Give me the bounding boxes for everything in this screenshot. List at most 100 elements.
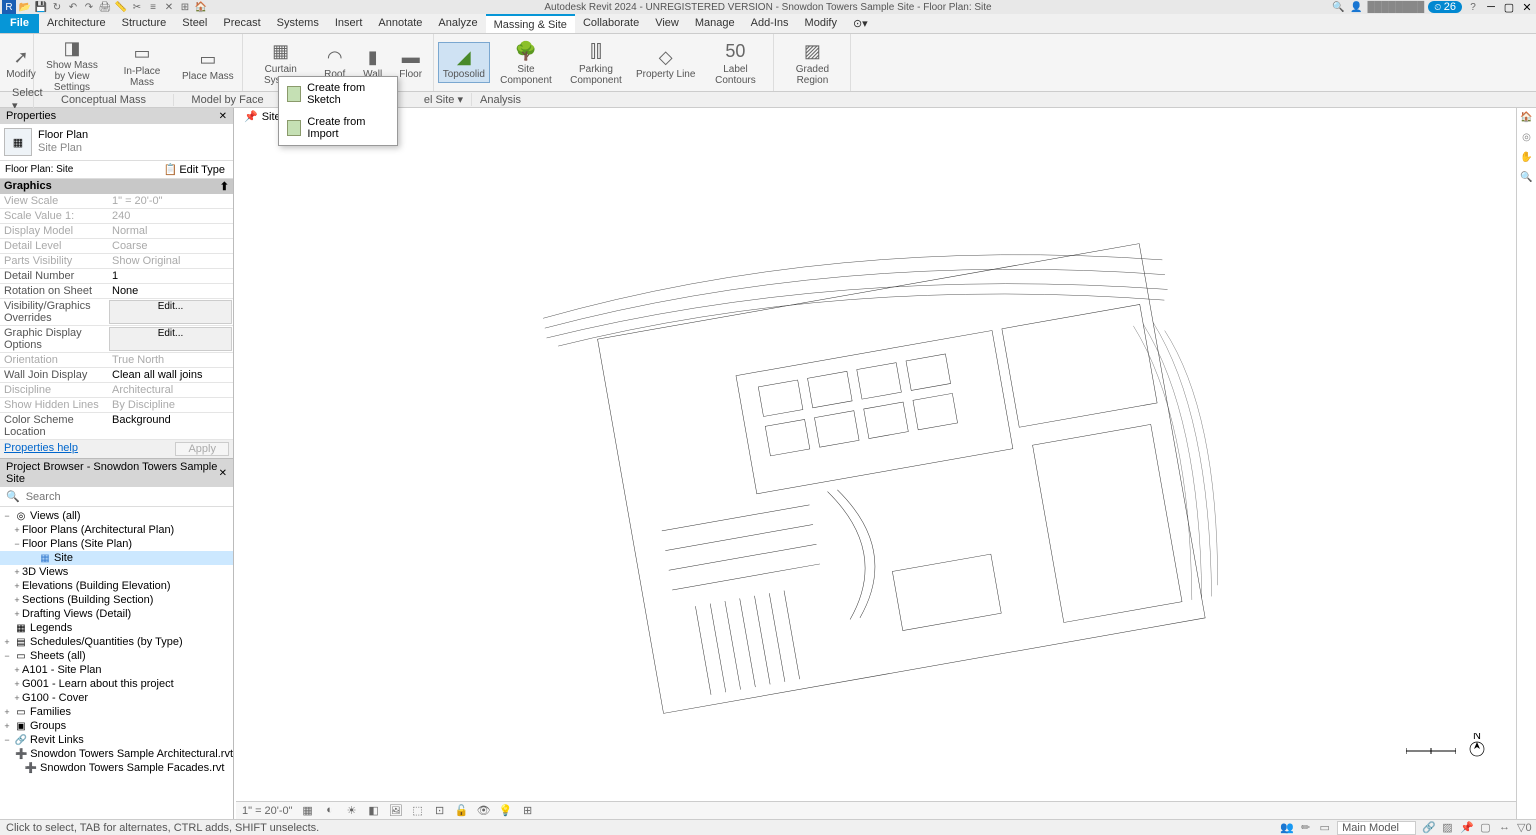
tab-addins[interactable]: Add-Ins: [743, 14, 797, 33]
tab-view[interactable]: View: [647, 14, 687, 33]
instance-combo[interactable]: Floor Plan: Site: [4, 163, 160, 176]
thin-lines-icon[interactable]: ≡: [146, 0, 160, 14]
place-mass-button[interactable]: ▭ Place Mass: [178, 45, 238, 84]
tree-floor-plans-arch[interactable]: +Floor Plans (Architectural Plan): [0, 523, 233, 537]
select-face-icon[interactable]: ▢: [1479, 821, 1492, 834]
viewport[interactable]: 📌 Site: [234, 108, 1516, 819]
tab-file[interactable]: File: [0, 14, 39, 33]
properties-help-link[interactable]: Properties help: [4, 442, 78, 456]
worksets-icon[interactable]: 👥: [1280, 821, 1293, 834]
tab-manage[interactable]: Manage: [687, 14, 743, 33]
print-icon[interactable]: 🖨: [98, 0, 112, 14]
tab-massing-site[interactable]: Massing & Site: [486, 14, 575, 33]
tree-groups[interactable]: +▣Groups: [0, 719, 233, 733]
tab-dropdown-icon[interactable]: ⊙▾: [845, 14, 876, 33]
gd-edit-button[interactable]: Edit...: [109, 327, 232, 351]
drawing-canvas[interactable]: [234, 126, 1516, 819]
browser-search-input[interactable]: [26, 491, 227, 503]
autosave-badge[interactable]: ⏲ 26: [1428, 1, 1462, 13]
inplace-mass-button[interactable]: ▭ In-Place Mass: [108, 40, 176, 90]
parking-component-button[interactable]: ⫿⫿ Parking Component: [562, 38, 630, 88]
create-from-import[interactable]: Create from Import: [279, 111, 397, 145]
tab-architecture[interactable]: Architecture: [39, 14, 114, 33]
graded-region-button[interactable]: ▨ Graded Region: [778, 38, 846, 88]
view-scale-label[interactable]: 1" = 20'-0": [242, 805, 293, 817]
unlock-icon[interactable]: 🔓: [455, 804, 469, 818]
home-icon[interactable]: 🏠: [194, 0, 208, 14]
tree-elevations[interactable]: +Elevations (Building Elevation): [0, 579, 233, 593]
toposolid-button[interactable]: ◢ Toposolid: [438, 42, 490, 83]
edit-type-button[interactable]: 📋 Edit Type: [160, 163, 229, 176]
tree-a101[interactable]: +A101 - Site Plan: [0, 663, 233, 677]
section-icon[interactable]: ✂: [130, 0, 144, 14]
show-crop-icon[interactable]: ⊡: [433, 804, 447, 818]
tab-systems[interactable]: Systems: [269, 14, 327, 33]
property-line-button[interactable]: ◇ Property Line: [632, 43, 699, 82]
floor-button[interactable]: ▬ Floor: [393, 43, 429, 82]
tab-insert[interactable]: Insert: [327, 14, 371, 33]
temp-hide-icon[interactable]: 👁: [477, 804, 491, 818]
create-from-sketch[interactable]: Create from Sketch: [279, 77, 397, 111]
select-underlay-icon[interactable]: ▨: [1441, 821, 1454, 834]
tree-3d-views[interactable]: +3D Views: [0, 565, 233, 579]
redo-icon[interactable]: ↷: [82, 0, 96, 14]
close-hidden-icon[interactable]: ✕: [162, 0, 176, 14]
filter-icon[interactable]: ▽0: [1517, 821, 1530, 834]
minimize-button[interactable]: ─: [1484, 1, 1498, 13]
reveal-icon[interactable]: 💡: [499, 804, 513, 818]
maximize-button[interactable]: ▢: [1502, 1, 1516, 14]
tree-link-facades[interactable]: ➕Snowdon Towers Sample Facades.rvt: [0, 761, 233, 775]
tree-schedules[interactable]: +▤Schedules/Quantities (by Type): [0, 635, 233, 649]
visual-style-icon[interactable]: ◐: [323, 804, 337, 818]
tab-precast[interactable]: Precast: [215, 14, 268, 33]
nav-zoom-icon[interactable]: 🔍: [1520, 172, 1534, 186]
nav-home-icon[interactable]: 🏠: [1520, 112, 1534, 126]
undo-icon[interactable]: ↶: [66, 0, 80, 14]
tree-site[interactable]: ▦Site: [0, 551, 233, 565]
save-icon[interactable]: 💾: [34, 0, 48, 14]
measure-icon[interactable]: 📏: [114, 0, 128, 14]
detail-level-icon[interactable]: ▦: [301, 804, 315, 818]
vg-edit-button[interactable]: Edit...: [109, 300, 232, 324]
tree-legends[interactable]: ▦Legends: [0, 621, 233, 635]
open-icon[interactable]: 📂: [18, 0, 32, 14]
tree-views[interactable]: −◎Views (all): [0, 509, 233, 523]
modify-button[interactable]: ➚ Modify: [4, 43, 38, 82]
label-contours-button[interactable]: 50 Label Contours: [701, 38, 769, 88]
tree-drafting[interactable]: +Drafting Views (Detail): [0, 607, 233, 621]
show-mass-button[interactable]: ◨ Show Mass by View Settings: [38, 34, 106, 95]
tab-annotate[interactable]: Annotate: [370, 14, 430, 33]
nav-wheel-icon[interactable]: ◎: [1520, 132, 1534, 146]
drag-icon[interactable]: ↔: [1498, 821, 1511, 834]
constraints-icon[interactable]: ⊞: [521, 804, 535, 818]
help-icon[interactable]: ?: [1466, 0, 1480, 14]
editable-icon[interactable]: ✏: [1299, 821, 1312, 834]
tree-families[interactable]: +▭Families: [0, 705, 233, 719]
nav-pan-icon[interactable]: ✋: [1520, 152, 1534, 166]
select-pinned-icon[interactable]: 📌: [1460, 821, 1473, 834]
type-selector[interactable]: ▦ Floor Plan Site Plan: [0, 124, 233, 161]
tree-floor-plans-site[interactable]: −Floor Plans (Site Plan): [0, 537, 233, 551]
tab-collaborate[interactable]: Collaborate: [575, 14, 647, 33]
crop-icon[interactable]: ⬚: [411, 804, 425, 818]
properties-close-icon[interactable]: ✕: [219, 111, 227, 122]
browser-close-icon[interactable]: ✕: [219, 468, 227, 479]
main-model-combo[interactable]: Main Model: [1337, 821, 1416, 835]
select-links-icon[interactable]: 🔗: [1422, 821, 1435, 834]
sync-icon[interactable]: ↻: [50, 0, 64, 14]
close-button[interactable]: ✕: [1520, 1, 1534, 14]
sun-path-icon[interactable]: ☀: [345, 804, 359, 818]
tab-steel[interactable]: Steel: [174, 14, 215, 33]
tree-g001[interactable]: +G001 - Learn about this project: [0, 677, 233, 691]
tree-revit-links[interactable]: −🔗Revit Links: [0, 733, 233, 747]
apply-button[interactable]: Apply: [175, 442, 229, 456]
tab-analyze[interactable]: Analyze: [430, 14, 485, 33]
tree-sheets[interactable]: −▭Sheets (all): [0, 649, 233, 663]
shadows-icon[interactable]: ◧: [367, 804, 381, 818]
tab-structure[interactable]: Structure: [114, 14, 175, 33]
tab-modify[interactable]: Modify: [797, 14, 845, 33]
rendering-icon[interactable]: 🖼: [389, 804, 403, 818]
design-options-icon[interactable]: ▭: [1318, 821, 1331, 834]
site-component-button[interactable]: 🌳 Site Component: [492, 38, 560, 88]
user-icon[interactable]: 👤: [1350, 0, 1364, 14]
